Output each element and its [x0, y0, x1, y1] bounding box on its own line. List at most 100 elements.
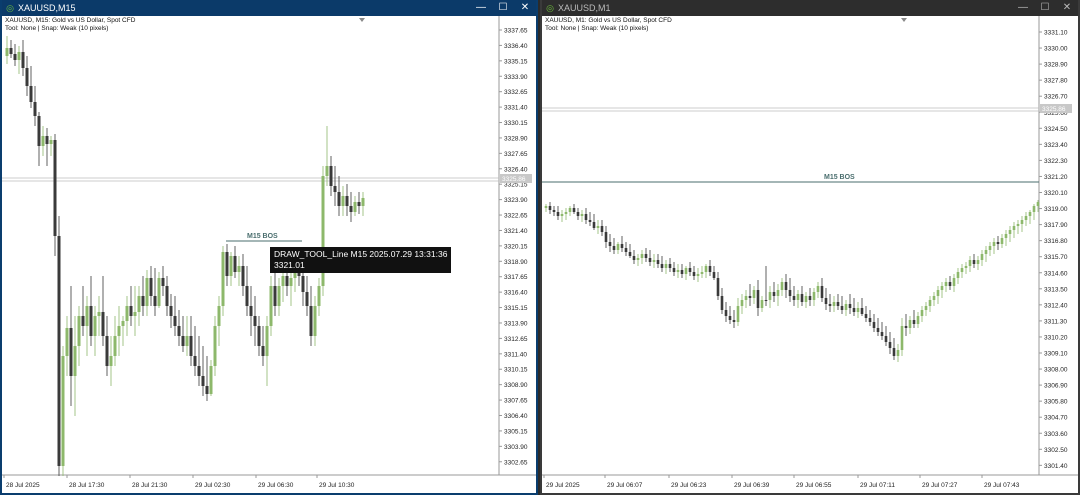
price-tick-label: 3337.65 — [504, 28, 528, 35]
price-tick-label: 3310.15 — [504, 367, 528, 374]
time-tick-label: 29 Jul 07:43 — [984, 482, 1020, 489]
candle-body — [145, 278, 149, 306]
candle-body — [261, 346, 265, 356]
candle-body — [560, 214, 564, 216]
price-tick-label: 3315.15 — [504, 305, 528, 312]
candle-body — [796, 294, 800, 300]
price-tick-label: 3319.00 — [1044, 206, 1068, 213]
candle-body — [592, 222, 596, 228]
candle-body — [217, 306, 221, 326]
candle-body — [720, 296, 724, 310]
candle-body — [880, 332, 884, 336]
candle-body — [349, 206, 353, 212]
title-bar[interactable]: ◎ XAUUSD,M15 — ☐ ✕ — [2, 0, 536, 16]
chart-window-m1[interactable]: ◎ XAUUSD,M1 — ☐ ✕ 3331.10 3330.00 3328.90 3… — [540, 0, 1080, 495]
candle-body — [900, 326, 904, 350]
candle-body — [149, 278, 153, 296]
candle-body — [1032, 206, 1036, 212]
candle-body — [289, 278, 293, 286]
candle-body — [664, 264, 668, 268]
candle-body — [576, 212, 580, 216]
price-tick-label: 3312.40 — [1044, 302, 1068, 309]
candle-body — [936, 290, 940, 296]
candle-body — [93, 316, 97, 336]
candle-body — [209, 366, 213, 394]
candlestick-chart[interactable]: 3337.65 3336.40 3335.15 3333.90 3332.65 3331.… — [2, 16, 536, 495]
candle-body — [161, 278, 165, 286]
candle-body — [944, 282, 948, 286]
candle-body — [265, 326, 269, 356]
candle-body — [101, 312, 105, 336]
candle-body — [736, 306, 740, 322]
chart-window-m15[interactable]: ◎ XAUUSD,M15 — ☐ ✕ 3337.65 3336.40 3335.15… — [0, 0, 538, 495]
candle-body — [357, 202, 361, 206]
candle-body — [584, 214, 588, 220]
time-tick-label: 28 Jul 21:30 — [132, 482, 168, 489]
candle-body — [652, 260, 656, 262]
candle-body — [696, 274, 700, 276]
candle-body — [165, 286, 169, 306]
price-tick-label: 3317.65 — [504, 274, 528, 281]
price-tick-label: 3336.40 — [504, 43, 528, 50]
candle-body — [65, 328, 69, 356]
candle-body — [225, 252, 229, 276]
close-button[interactable]: ✕ — [1056, 0, 1078, 16]
candle-body — [744, 296, 748, 300]
candle-body — [660, 264, 664, 268]
candle-body — [325, 166, 329, 176]
candle-body — [684, 268, 688, 274]
candle-body — [676, 270, 680, 272]
candlestick-chart[interactable]: 3331.10 3330.00 3328.90 3327.80 3326.70 3325.… — [542, 16, 1078, 495]
candle-body — [708, 266, 712, 272]
candle-body — [329, 166, 333, 186]
candle-body — [337, 192, 341, 206]
candle-body — [564, 212, 568, 214]
candle-body — [117, 326, 121, 336]
price-tick-label: 3324.50 — [1044, 126, 1068, 133]
time-tick-label: 28 Jul 17:30 — [69, 482, 105, 489]
candle-body — [600, 226, 604, 232]
price-chart[interactable]: 3331.10 3330.00 3328.90 3327.80 3326.70 3325.… — [542, 16, 1078, 493]
price-tick-label: 3335.15 — [504, 58, 528, 65]
candle-body — [245, 286, 249, 306]
candle-body — [177, 326, 181, 336]
candle-body — [820, 286, 824, 298]
maximize-button[interactable]: ☐ — [1034, 0, 1056, 16]
minimize-button[interactable]: — — [470, 0, 492, 16]
title-bar[interactable]: ◎ XAUUSD,M1 — ☐ ✕ — [542, 0, 1078, 16]
price-chart[interactable]: 3337.65 3336.40 3335.15 3333.90 3332.65 3331.… — [2, 16, 536, 493]
price-tick-label: 3315.70 — [1044, 254, 1068, 261]
candle-body — [548, 206, 552, 210]
candle-body — [89, 306, 93, 336]
candle-body — [133, 312, 137, 316]
window-title: XAUUSD,M15 — [18, 3, 76, 13]
candle-body — [956, 272, 960, 278]
candle-body — [828, 304, 832, 306]
candle-body — [716, 278, 720, 296]
minimize-button[interactable]: — — [1012, 0, 1034, 16]
close-button[interactable]: ✕ — [514, 0, 536, 16]
candle-body — [628, 252, 632, 256]
candle-body — [1036, 202, 1040, 206]
candle-body — [960, 268, 964, 272]
price-tick-label: 3308.00 — [1044, 367, 1068, 374]
time-tick-label: 29 Jul 07:27 — [922, 482, 958, 489]
maximize-button[interactable]: ☐ — [492, 0, 514, 16]
candle-body — [5, 48, 9, 56]
candle-body — [772, 292, 776, 296]
price-tick-label: 3326.70 — [1044, 94, 1068, 101]
candle-body — [121, 321, 125, 326]
candle-body — [992, 242, 996, 246]
symbol-description: XAUUSD, M15: Gold vs US Dollar, Spot CFD — [5, 17, 136, 24]
candle-body — [13, 54, 17, 60]
candle-body — [305, 292, 309, 306]
candle-body — [844, 304, 848, 310]
price-tick-label: 3320.10 — [1044, 190, 1068, 197]
price-tick-label: 3330.00 — [1044, 46, 1068, 53]
price-tick-label: 3310.20 — [1044, 334, 1068, 341]
time-tick-label: 29 Jul 06:39 — [734, 482, 770, 489]
candle-body — [872, 322, 876, 328]
candle-body — [928, 300, 932, 306]
price-tick-label: 3317.90 — [1044, 222, 1068, 229]
candle-body — [556, 212, 560, 216]
